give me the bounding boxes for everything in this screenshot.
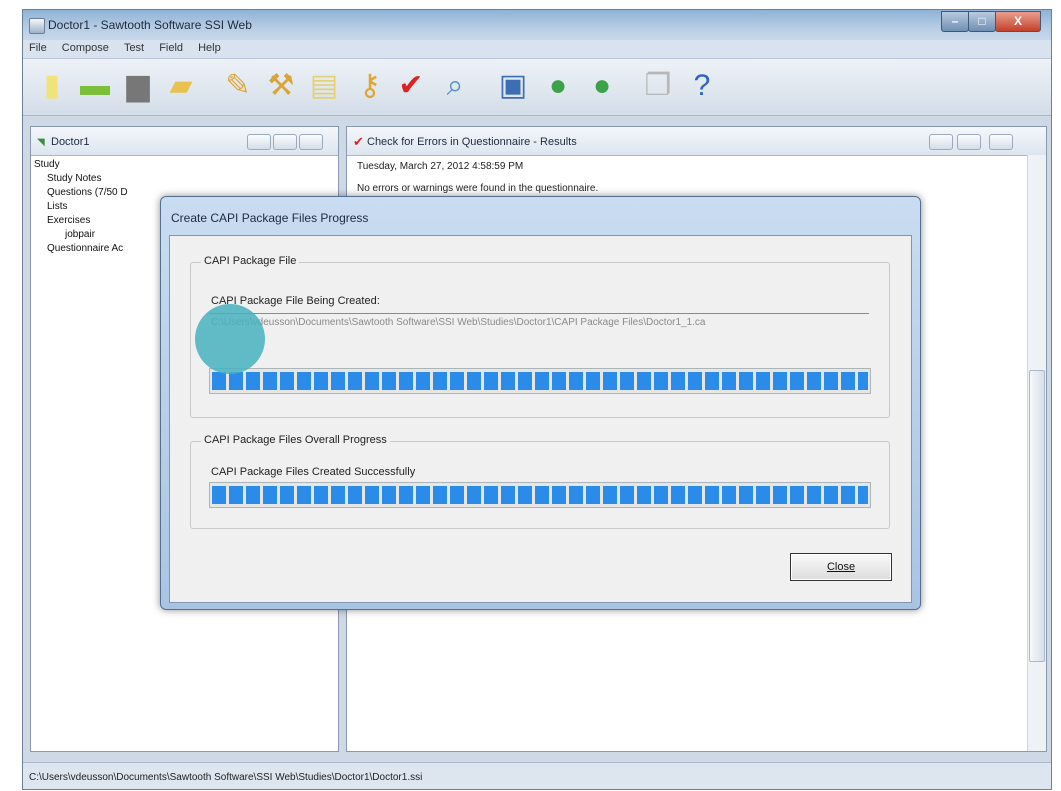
dialog-body: CAPI Package File CAPI Package File Bein…: [169, 235, 912, 603]
monitor-icon[interactable]: ▣: [496, 69, 530, 103]
tree-item-questions[interactable]: Questions (7/50 D: [47, 187, 128, 198]
right-panel-header: ✔ Check for Errors in Questionnaire - Re…: [347, 127, 1046, 156]
overall-progress-fill: [212, 486, 868, 504]
study-icon: ◥: [37, 137, 45, 148]
tree-item-jobpair[interactable]: jobpair: [65, 229, 95, 240]
tree-item-exercises[interactable]: Exercises: [47, 215, 90, 226]
left-panel-header: ◥ Doctor1: [31, 127, 338, 156]
help-icon[interactable]: ?: [685, 69, 719, 103]
close-window-button[interactable]: X: [995, 11, 1041, 32]
minimize-button[interactable]: –: [941, 11, 969, 32]
package-file-group: CAPI Package File CAPI Package File Bein…: [190, 255, 890, 418]
left-restore-button[interactable]: [273, 134, 297, 150]
results-scrollbar[interactable]: [1027, 155, 1046, 751]
left-panel-title: Doctor1: [51, 136, 90, 148]
cursor-highlight: [195, 304, 265, 374]
right-close-button[interactable]: [989, 134, 1013, 150]
results-date: Tuesday, March 27, 2012 4:58:59 PM: [357, 161, 524, 172]
results-message: No errors or warnings were found in the …: [357, 183, 599, 194]
left-minimize-button[interactable]: [247, 134, 271, 150]
menu-compose[interactable]: Compose: [56, 40, 115, 56]
menu-bar: File Compose Test Field Help: [23, 40, 1051, 59]
app-icon: [29, 18, 45, 34]
menu-field[interactable]: Field: [153, 40, 189, 56]
package-file-group-label: CAPI Package File: [201, 255, 300, 267]
menu-test[interactable]: Test: [118, 40, 150, 56]
window-title: Doctor1 - Sawtooth Software SSI Web: [48, 18, 252, 32]
checkmark-icon: ✔: [353, 134, 364, 149]
maximize-button[interactable]: □: [968, 11, 996, 32]
open-folder-icon[interactable]: ▬: [78, 69, 112, 103]
package-file-path-field: C:\Users\vdeusson\Documents\Sawtooth Sof…: [209, 313, 869, 332]
right-restore-button[interactable]: [957, 134, 981, 150]
right-minimize-button[interactable]: [929, 134, 953, 150]
close-button[interactable]: Close: [790, 553, 892, 581]
right-panel-title: Check for Errors in Questionnaire - Resu…: [367, 136, 577, 148]
dialog-title: Create CAPI Package Files Progress: [171, 211, 369, 225]
tree-item-study[interactable]: Study: [34, 159, 60, 170]
globe-arrow-icon[interactable]: ●: [585, 69, 619, 103]
package-file-progress-fill: [212, 372, 868, 390]
tree-item-study-notes[interactable]: Study Notes: [47, 173, 101, 184]
overall-progress-group-label: CAPI Package Files Overall Progress: [201, 434, 390, 446]
package-file-path: C:\Users\vdeusson\Documents\Sawtooth Sof…: [211, 317, 706, 328]
new-file-icon[interactable]: ▮: [35, 69, 69, 103]
folder-icon[interactable]: ▰: [164, 69, 198, 103]
menu-help[interactable]: Help: [192, 40, 227, 56]
package-file-progress-bar: [209, 368, 871, 394]
close-button-label: Close: [826, 561, 856, 573]
checkmark-icon[interactable]: ✔: [394, 69, 428, 103]
notepad-icon[interactable]: ▤: [307, 69, 341, 103]
toolbar: ▮ ▬ ▆ ▰ ✎ ⚒ ▤ ⚷ ✔ ⌕ ▣ ● ● ❐ ?: [23, 59, 1051, 116]
pencil-icon[interactable]: ✎: [221, 69, 255, 103]
tree-item-questionnaire-access[interactable]: Questionnaire Ac: [47, 243, 123, 254]
key-icon[interactable]: ⚷: [353, 69, 387, 103]
print-icon[interactable]: ▆: [121, 69, 155, 103]
scrollbar-thumb[interactable]: [1029, 370, 1045, 662]
status-path: C:\Users\vdeusson\Documents\Sawtooth Sof…: [29, 772, 423, 783]
overall-progress-status: CAPI Package Files Created Successfully: [211, 466, 416, 478]
capi-progress-dialog: Create CAPI Package Files Progress CAPI …: [160, 196, 921, 610]
overall-progress-group: CAPI Package Files Overall Progress CAPI…: [190, 434, 890, 529]
magnifier-icon[interactable]: ⌕: [438, 69, 472, 103]
overall-progress-bar: [209, 482, 871, 508]
tree-item-lists[interactable]: Lists: [47, 201, 68, 212]
left-close-button[interactable]: [299, 134, 323, 150]
copy-icon[interactable]: ❐: [641, 69, 675, 103]
title-bar[interactable]: Doctor1 - Sawtooth Software SSI Web – □ …: [23, 10, 1051, 40]
menu-file[interactable]: File: [23, 40, 53, 56]
wrench-icon[interactable]: ⚒: [264, 69, 298, 103]
status-bar: C:\Users\vdeusson\Documents\Sawtooth Sof…: [23, 762, 1051, 789]
globe-icon[interactable]: ●: [541, 69, 575, 103]
